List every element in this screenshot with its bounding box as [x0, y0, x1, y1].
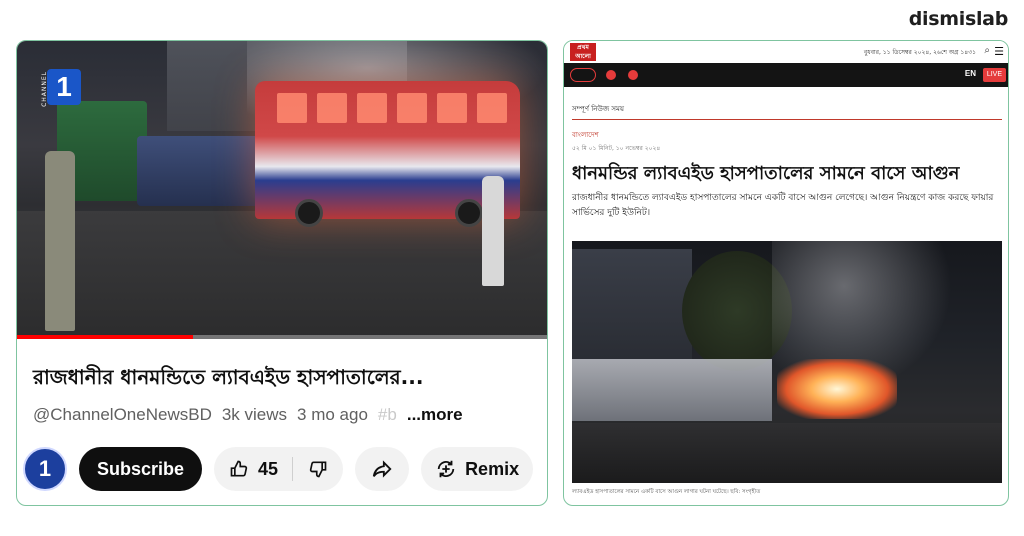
remix-label: Remix — [465, 458, 520, 479]
channel-avatar[interactable]: 1 — [23, 447, 67, 491]
page: dismislab 1 CHANNEL রাজধানীর ধানমন্ডিতে … — [0, 0, 1024, 536]
action-row: 1 Subscribe 45 Remix — [23, 447, 534, 491]
share-button[interactable] — [355, 447, 410, 491]
progress-bar[interactable] — [17, 335, 547, 339]
blue-vehicle — [137, 136, 267, 206]
video-title[interactable]: রাজধানীর ধানমন্ডিতে ল্যাবএইড হাসপাতালের.… — [33, 363, 423, 396]
burning-bus — [255, 81, 520, 227]
bus-window — [397, 93, 427, 123]
live-button[interactable]: LIVE — [982, 68, 1006, 82]
bus-window — [477, 93, 507, 123]
progress-fill — [17, 335, 193, 339]
dismislab-logo: dismislab — [908, 8, 1009, 30]
divider — [572, 119, 1002, 120]
channel-logo-label: CHANNEL — [41, 71, 48, 107]
play-icon[interactable] — [628, 70, 638, 80]
bus-window — [277, 93, 307, 123]
breadcrumb[interactable]: সম্পূর্ণ নিউজ সময় — [572, 103, 624, 115]
upload-age: 3 mo ago — [297, 405, 368, 424]
bus-window — [437, 93, 467, 123]
search-icon[interactable]: ⌕ — [984, 45, 990, 56]
bus-wheel — [295, 199, 323, 227]
subscribe-button[interactable]: Subscribe — [79, 447, 203, 491]
pedestrian — [482, 176, 504, 286]
section-label[interactable]: বাংলাদেশ — [572, 129, 599, 141]
language-toggle[interactable]: EN — [965, 69, 976, 78]
divider — [292, 457, 294, 481]
thumbs-up-icon[interactable] — [228, 458, 250, 480]
hashtag[interactable]: #b — [378, 405, 397, 425]
article-lead: রাজধানীর ধানমন্ডিতে ল্যাবএইড হাসপাতালের … — [572, 193, 994, 218]
thumbs-down-icon[interactable] — [307, 458, 329, 480]
live-tv-pill[interactable] — [570, 68, 596, 82]
dateline: ৫২ মি ০১ মিনিট, ১০ নভেম্বর ২০২৪ — [572, 145, 661, 152]
bus-window — [317, 93, 347, 123]
road — [17, 211, 547, 339]
fire — [777, 359, 897, 419]
remix-icon — [435, 458, 457, 480]
share-icon — [371, 458, 393, 480]
bystander — [45, 151, 75, 331]
like-dislike-group: 45 — [214, 447, 344, 491]
more-link[interactable]: ...more — [407, 405, 463, 425]
bus-row — [572, 359, 772, 421]
like-count: 45 — [258, 458, 279, 479]
youtube-card: 1 CHANNEL রাজধানীর ধানমন্ডিতে ল্যাবএইড হ… — [16, 40, 548, 506]
video-meta: @ChannelOneNewsBD 3k views 3 mo ago #b .… — [33, 405, 463, 425]
top-date: বুধবার, ১১ ডিসেম্বর ২০২৪, ২৬শে অগ্র ১৪৩১ — [863, 49, 976, 56]
building — [572, 249, 692, 359]
remix-button[interactable]: Remix — [421, 447, 534, 491]
channel-one-logo: 1 — [47, 69, 81, 105]
article-headline: ধানমন্ডির ল্যাবএইড হাসপাতালের সামনে বাসে… — [572, 163, 960, 184]
road — [572, 423, 1002, 483]
view-count: 3k views — [221, 405, 288, 424]
channel-handle[interactable]: @ChannelOneNewsBD — [33, 405, 212, 425]
hamburger-menu-icon[interactable]: ☰ — [994, 45, 1004, 58]
bus-window — [357, 93, 387, 123]
newspaper-navbar: EN LIVE — [564, 63, 1008, 87]
record-icon[interactable] — [606, 70, 616, 80]
newspaper-topbar: প্রথম আলো বুধবার, ১১ ডিসেম্বর ২০২৪, ২৬শে… — [564, 41, 1008, 63]
newspaper-card: প্রথম আলো বুধবার, ১১ ডিসেম্বর ২০২৪, ২৬শে… — [563, 40, 1009, 506]
video-player[interactable]: 1 CHANNEL — [17, 41, 547, 339]
newspaper-logo[interactable]: প্রথম আলো — [570, 43, 596, 61]
article-photo — [572, 241, 1002, 483]
bus-wheel — [455, 199, 483, 227]
photo-caption: ল্যাবএইড হাসপাতালের সামনে একটি বাসে আগুন… — [572, 489, 761, 495]
